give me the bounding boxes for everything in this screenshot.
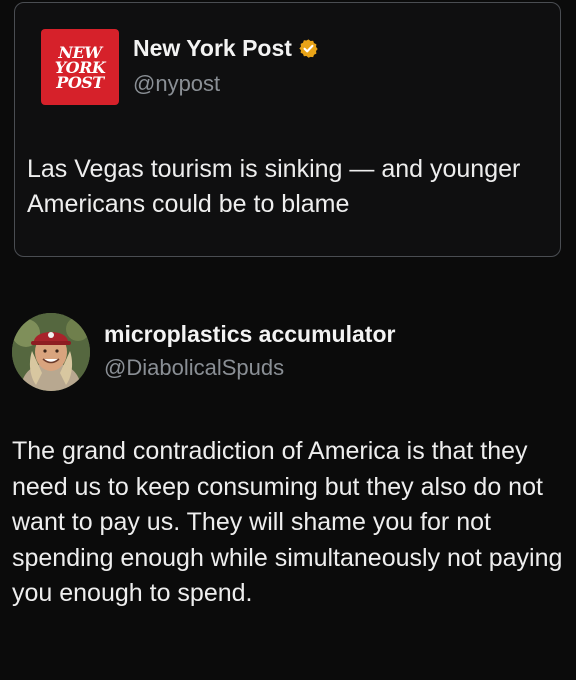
reply-post-text: The grand contradiction of America is th…: [12, 437, 563, 607]
verified-badge-icon: [299, 39, 318, 58]
reply-author-handle[interactable]: @DiabolicalSpuds: [104, 355, 284, 381]
quoted-author-handle[interactable]: @nypost: [133, 71, 220, 97]
new-york-post-logo[interactable]: NEW YORK POST: [41, 29, 119, 105]
reply-author-avatar[interactable]: [12, 313, 90, 391]
quoted-author-name[interactable]: New York Post: [133, 35, 292, 62]
logo-line-3: POST: [56, 72, 104, 92]
quoted-author-row: New York Post: [133, 35, 319, 62]
avatar-photo-icon: [12, 313, 90, 391]
quoted-post-text: Las Vegas tourism is sinking — and young…: [27, 155, 521, 218]
reply-author-name[interactable]: microplastics accumulator: [104, 321, 395, 348]
